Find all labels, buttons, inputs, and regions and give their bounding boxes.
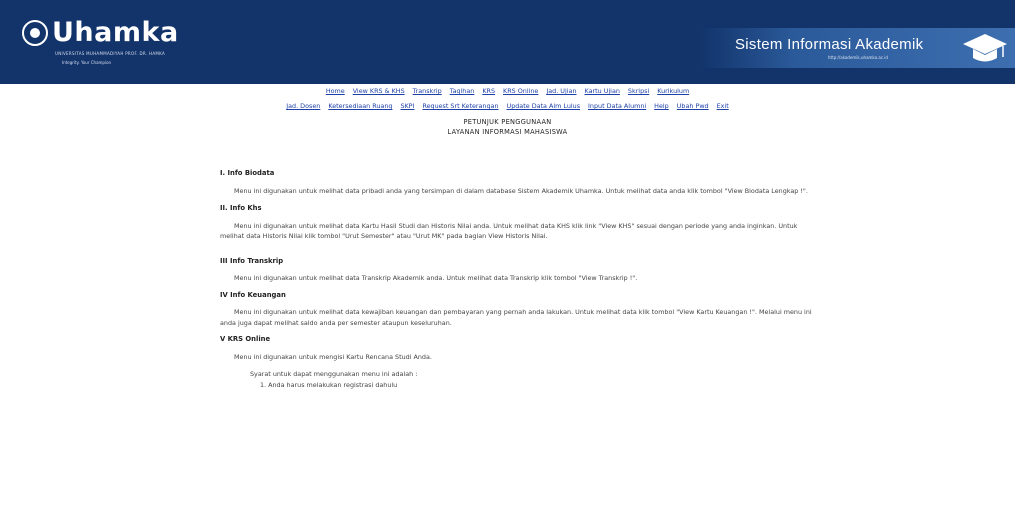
section-title-keuangan: IV Info Keuangan	[220, 290, 286, 299]
nav-request-surat[interactable]: Request Srt Keterangan	[422, 102, 498, 110]
nav-exit[interactable]: Exit	[717, 102, 729, 110]
nav-ketersediaan-ruang[interactable]: Ketersediaan Ruang	[328, 102, 392, 110]
nav-jadwal-dosen[interactable]: Jad. Dosen	[286, 102, 320, 110]
section-title-khs: II. Info Khs	[220, 204, 262, 212]
logo-tagline: Integrity. Your Champion	[62, 60, 112, 65]
section-text-krs: Menu ini digunakan untuk mengisi Kartu R…	[234, 352, 432, 361]
nav-update-data-alumni[interactable]: Update Data Alm Lulus	[507, 102, 581, 110]
nav-view-krs-khs[interactable]: View KRS & KHS	[353, 87, 405, 95]
nav-jadwal-ujian[interactable]: Jad. Ujian	[546, 87, 576, 95]
nav-ubah-password[interactable]: Ubah Pwd	[677, 102, 709, 110]
uhamka-logo: Uhamka	[22, 18, 179, 48]
nav-tagihan[interactable]: Tagihan	[450, 87, 475, 95]
logo-subtitle: UNIVERSITAS MUHAMMADIYAH PROF. DR. HAMKA	[55, 51, 165, 56]
system-url: http://akademik.uhamka.ac.id	[828, 55, 888, 60]
nav-input-data-alumni[interactable]: Input Data Alumni	[588, 102, 646, 110]
nav-help[interactable]: Help	[654, 102, 669, 110]
system-title: Sistem Informasi Akademik	[735, 36, 924, 53]
krs-requirement-item: 1. Anda harus melakukan registrasi dahul…	[260, 380, 398, 389]
header-banner: Uhamka UNIVERSITAS MUHAMMADIYAH PROF. DR…	[0, 0, 1015, 84]
nav-skripsi[interactable]: Skripsi	[628, 87, 649, 95]
nav-kartu-ujian[interactable]: Kartu Ujian	[585, 87, 620, 95]
help-content: I. Info Biodata Menu ini digunakan untuk…	[220, 168, 820, 390]
nav-home[interactable]: Home	[326, 87, 345, 95]
section-text-biodata: Menu ini digunakan untuk melihat data pr…	[234, 186, 808, 195]
nav-krs-online[interactable]: KRS Online	[503, 87, 538, 95]
logo-text: Uhamka	[52, 17, 179, 48]
krs-requirements-intro: Syarat untuk dapat menggunakan menu ini …	[250, 370, 418, 378]
university-emblem-icon	[22, 20, 48, 46]
nav-krs[interactable]: KRS	[482, 87, 495, 95]
section-text-transkrip: Menu ini digunakan untuk melihat data Tr…	[234, 274, 638, 282]
section-text-khs: Menu ini digunakan untuk melihat data Ka…	[220, 221, 798, 241]
section-title-transkrip: III Info Transkrip	[220, 256, 284, 265]
nav-row-2: Jad. Dosen Ketersediaan Ruang SKPI Request …	[0, 101, 1015, 111]
page-subtitle: LAYANAN INFORMASI MAHASISWA	[447, 128, 568, 136]
section-title-krs: V KRS Online	[220, 335, 271, 343]
page-title: PETUNJUK PENGGUNAAN	[463, 118, 552, 126]
nav-skpi[interactable]: SKPI	[400, 102, 414, 110]
section-text-keuangan: Menu ini digunakan untuk melihat data ke…	[220, 308, 812, 327]
graduation-cap-icon	[963, 34, 1007, 62]
nav-transkrip[interactable]: Transkrip	[413, 87, 442, 95]
nav-row-1: Home View KRS & KHS Transkrip Tagihan KRS KRS…	[0, 86, 1015, 96]
nav-kurikulum[interactable]: Kurikulum	[657, 87, 689, 95]
section-title-biodata: I. Info Biodata	[220, 169, 275, 177]
